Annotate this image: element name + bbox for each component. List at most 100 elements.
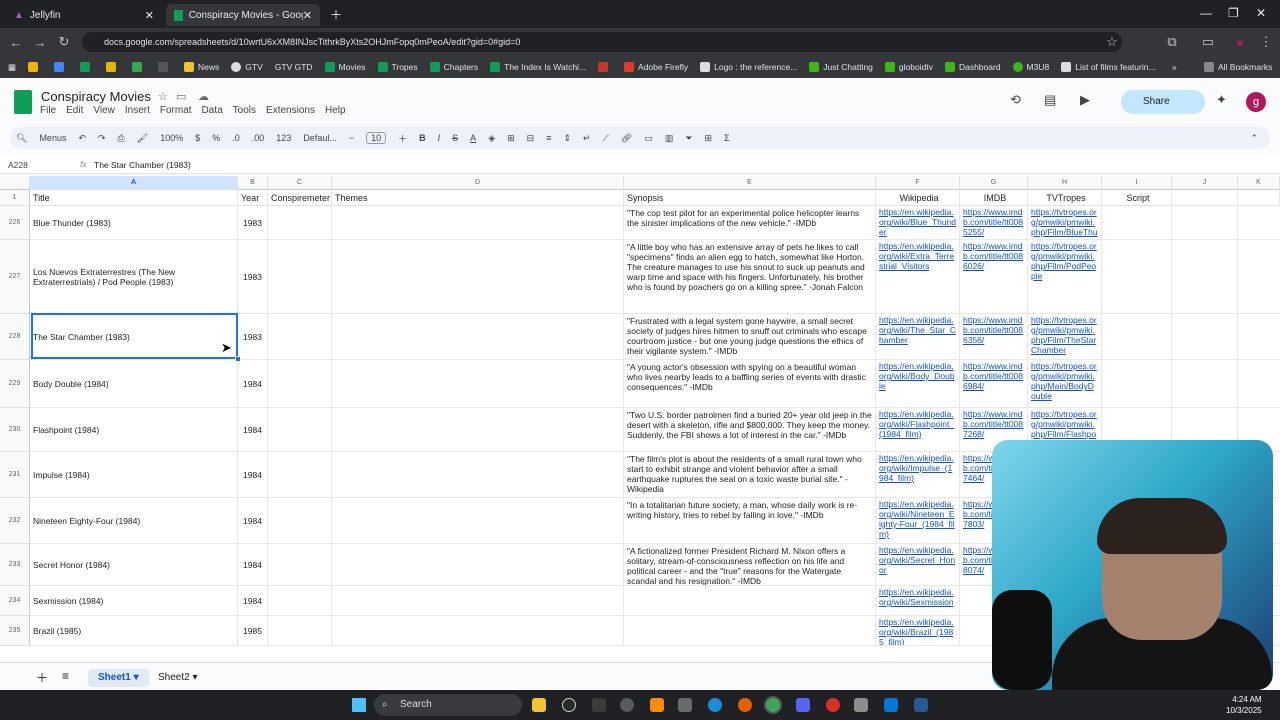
- bookmark-list-of-films[interactable]: List of films featurin...: [1061, 62, 1156, 72]
- empty-cell[interactable]: [1172, 206, 1238, 240]
- wikipedia-link-cell[interactable]: https://en.wikipedia.org/wiki/Body_Doubl…: [876, 360, 960, 408]
- extensions-icon[interactable]: ⧉: [1160, 34, 1184, 50]
- themes-cell[interactable]: [332, 206, 624, 240]
- obs-icon[interactable]: [562, 698, 576, 712]
- conspiremeter-cell[interactable]: [268, 408, 332, 452]
- row-number[interactable]: 1: [0, 190, 30, 206]
- menu-extensions[interactable]: Extensions: [266, 105, 315, 116]
- maximize-button[interactable]: ❐: [1228, 6, 1239, 20]
- column-header-d[interactable]: D: [332, 176, 624, 190]
- undo-icon[interactable]: ↶: [78, 133, 86, 144]
- column-header-e[interactable]: E: [624, 176, 876, 190]
- themes-cell[interactable]: [332, 452, 624, 498]
- taskbar-clock[interactable]: 4:24 AM 10/3/2025: [1226, 694, 1262, 716]
- rotate-icon[interactable]: ⟋: [603, 133, 609, 144]
- collapse-toolbar-icon[interactable]: ⌃: [1250, 133, 1258, 144]
- conspiremeter-cell[interactable]: [268, 616, 332, 646]
- header-script[interactable]: Script: [1102, 190, 1172, 206]
- bookmark-news[interactable]: News: [184, 62, 219, 72]
- merge-cells-icon[interactable]: ⊟: [527, 133, 535, 144]
- bookmark-gtv-gtd[interactable]: GTV GTD: [275, 62, 313, 72]
- title-cell[interactable]: Flashpoint (1984): [30, 408, 238, 452]
- column-header-j[interactable]: J: [1172, 176, 1238, 190]
- conspiremeter-cell[interactable]: [268, 586, 332, 616]
- close-tab-icon[interactable]: ✕: [145, 9, 154, 22]
- increase-decimal-button[interactable]: .00: [252, 133, 265, 143]
- imdb-link-cell[interactable]: https://www.imdb.com/title/tt0086984/: [960, 360, 1028, 408]
- bookmark-dashboard[interactable]: Dashboard: [944, 62, 1001, 72]
- themes-cell[interactable]: [332, 586, 624, 616]
- sidebar-icon[interactable]: ▭: [1196, 34, 1220, 50]
- search-menus-icon[interactable]: 🔍︎: [16, 133, 27, 144]
- empty-cell[interactable]: [1238, 240, 1280, 314]
- title-cell[interactable]: The Star Chamber (1983): [30, 314, 238, 360]
- bookmark-index[interactable]: The Index Is Watchi...: [490, 62, 586, 72]
- header-empty[interactable]: [1172, 190, 1238, 206]
- wikipedia-link-cell[interactable]: https://en.wikipedia.org/wiki/The_Star_C…: [876, 314, 960, 360]
- row-number[interactable]: 229: [0, 360, 30, 408]
- file-explorer-icon[interactable]: [532, 698, 546, 712]
- column-header-h[interactable]: H: [1028, 176, 1102, 190]
- themes-cell[interactable]: [332, 544, 624, 586]
- title-cell[interactable]: Brazil (1985): [30, 616, 238, 646]
- header-conspiremeter[interactable]: Conspiremeter: [268, 190, 332, 206]
- script-cell[interactable]: [1102, 206, 1172, 240]
- themes-cell[interactable]: [332, 616, 624, 646]
- synopsis-cell[interactable]: "A fictionalized former President Richar…: [624, 544, 876, 586]
- percent-button[interactable]: %: [212, 133, 220, 143]
- star-icon[interactable]: ☆: [158, 90, 168, 103]
- column-header-b[interactable]: B: [238, 176, 268, 190]
- menu-insert[interactable]: Insert: [125, 105, 150, 116]
- bookmark-item[interactable]: [80, 62, 94, 72]
- empty-cell[interactable]: [1238, 206, 1280, 240]
- title-cell[interactable]: Body Double (1984): [30, 360, 238, 408]
- themes-cell[interactable]: [332, 240, 624, 314]
- doc-title[interactable]: Conspiracy Movies: [41, 89, 151, 104]
- year-cell[interactable]: 1984: [238, 360, 268, 408]
- wrap-icon[interactable]: ↵: [583, 133, 591, 144]
- sheets-logo-icon[interactable]: [14, 90, 32, 114]
- wikipedia-link-cell[interactable]: https://en.wikipedia.org/wiki/Impulse_(1…: [876, 452, 960, 498]
- year-cell[interactable]: 1984: [238, 544, 268, 586]
- wikipedia-link-cell[interactable]: https://en.wikipedia.org/wiki/Flashpoint…: [876, 408, 960, 452]
- header-empty[interactable]: [1238, 190, 1280, 206]
- header-themes[interactable]: Themes: [332, 190, 624, 206]
- column-header-g[interactable]: G: [960, 176, 1028, 190]
- add-sheet-icon[interactable]: ＋: [36, 669, 48, 686]
- row-number[interactable]: 230: [0, 408, 30, 452]
- menu-data[interactable]: Data: [202, 105, 223, 116]
- menus-search[interactable]: Menus: [39, 133, 66, 143]
- header-imdb[interactable]: IMDB: [960, 190, 1028, 206]
- history-icon[interactable]: ⟲: [1010, 92, 1021, 108]
- meet-icon[interactable]: ▶: [1080, 92, 1090, 108]
- sheet-tab-sheet2[interactable]: Sheet2 ▾: [148, 669, 208, 687]
- column-header-c[interactable]: C: [268, 176, 332, 190]
- more-bookmarks-icon[interactable]: »: [1172, 62, 1177, 72]
- bookmark-globoidtv[interactable]: globoidtv: [884, 62, 933, 72]
- script-cell[interactable]: [1102, 314, 1172, 360]
- discord-icon[interactable]: [796, 698, 810, 712]
- currency-button[interactable]: $: [195, 133, 200, 143]
- title-cell[interactable]: Sexmission (1984): [30, 586, 238, 616]
- empty-cell[interactable]: [1172, 240, 1238, 314]
- name-box[interactable]: A228: [8, 160, 28, 170]
- row-number[interactable]: 235: [0, 616, 30, 646]
- menu-help[interactable]: Help: [325, 105, 346, 116]
- conspiremeter-cell[interactable]: [268, 360, 332, 408]
- all-sheets-icon[interactable]: ≡: [62, 669, 69, 683]
- avatar[interactable]: g: [1246, 92, 1266, 112]
- reload-icon[interactable]: ↻: [52, 34, 76, 50]
- title-cell[interactable]: Blue Thunder (1983): [30, 206, 238, 240]
- conspiremeter-cell[interactable]: [268, 498, 332, 544]
- synopsis-cell[interactable]: "Two U.S. border patrolmen find a buried…: [624, 408, 876, 452]
- bookmark-adobe-firefly[interactable]: Adobe Firefly: [624, 62, 688, 72]
- fill-handle[interactable]: [235, 356, 241, 362]
- synopsis-cell[interactable]: "The film's plot is about the residents …: [624, 452, 876, 498]
- synopsis-cell[interactable]: "In a totalitarian future society, a man…: [624, 498, 876, 544]
- comments-icon[interactable]: ▤: [1044, 92, 1056, 108]
- header-synopsis[interactable]: Synopsis: [624, 190, 876, 206]
- themes-cell[interactable]: [332, 498, 624, 544]
- menu-edit[interactable]: Edit: [66, 105, 83, 116]
- bold-icon[interactable]: B: [419, 133, 426, 143]
- link-icon[interactable]: 🔗︎: [621, 133, 632, 144]
